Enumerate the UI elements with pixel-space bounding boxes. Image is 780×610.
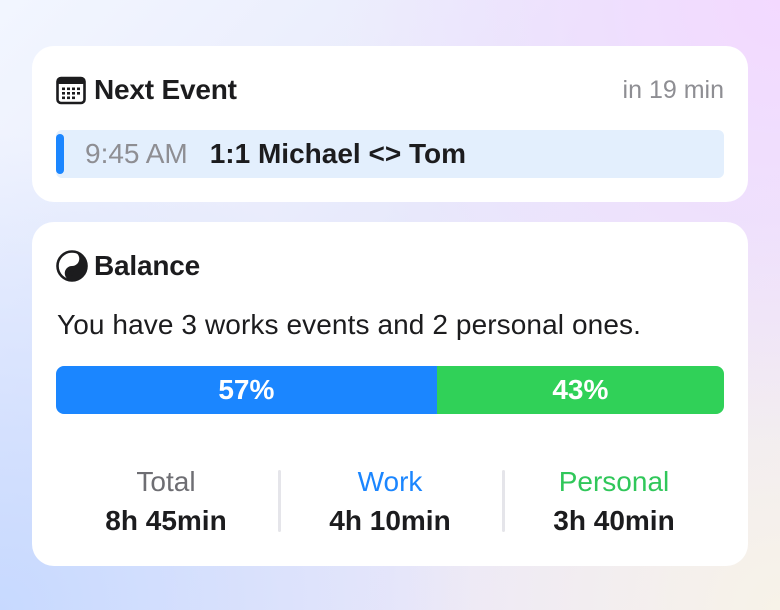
- stat-total-label: Total: [136, 466, 196, 497]
- next-event-title: Next Event: [94, 74, 237, 105]
- stat-work-value: 4h 10min: [329, 505, 451, 536]
- personal-segment: 43%: [436, 366, 724, 414]
- event-accent-bar: [56, 134, 64, 174]
- event-countdown: in 19 min: [622, 75, 724, 104]
- balance-progress-bar: 57% 43%: [56, 366, 724, 414]
- balance-summary: You have 3 works events and 2 personal o…: [57, 309, 641, 340]
- balance-header: Balance: [56, 248, 724, 284]
- balance-stats: Total 8h 45min Work 4h 10min Personal 3h…: [54, 464, 726, 538]
- stat-personal: Personal 3h 40min: [502, 464, 726, 538]
- balance-title: Balance: [94, 250, 200, 281]
- work-segment: 57%: [56, 366, 437, 414]
- stat-total: Total 8h 45min: [54, 464, 278, 538]
- next-event-card[interactable]: Next Event in 19 min 9:45 AM 1:1 Michael…: [32, 46, 748, 202]
- personal-percent-label: 43%: [552, 374, 609, 405]
- stat-work-label: Work: [357, 466, 423, 497]
- work-percent-label: 57%: [218, 374, 275, 405]
- event-item[interactable]: 9:45 AM 1:1 Michael <> Tom: [56, 130, 724, 178]
- yin-yang-icon: [56, 250, 88, 282]
- stat-total-value: 8h 45min: [105, 505, 227, 536]
- stat-work: Work 4h 10min: [278, 464, 502, 538]
- calendar-icon: [56, 74, 88, 106]
- next-event-header: Next Event in 19 min: [56, 72, 724, 108]
- stat-personal-label: Personal: [558, 466, 670, 497]
- event-time: 9:45 AM: [85, 138, 188, 169]
- stat-personal-value: 3h 40min: [553, 505, 675, 536]
- event-name: 1:1 Michael <> Tom: [209, 138, 466, 169]
- balance-card[interactable]: Balance You have 3 works events and 2 pe…: [32, 222, 748, 566]
